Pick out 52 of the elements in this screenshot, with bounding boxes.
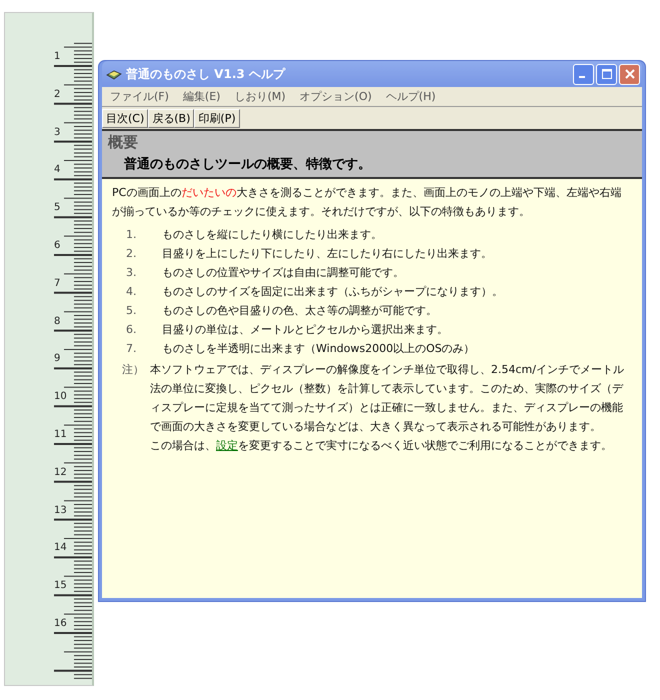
ruler-number: 12 bbox=[54, 468, 67, 478]
menu-item[interactable]: オプション(O) bbox=[300, 89, 372, 104]
list-number: 5. bbox=[125, 303, 138, 319]
list-number: 4. bbox=[125, 284, 138, 300]
list-number: 3. bbox=[125, 265, 138, 281]
feature-text: 目盛りの単位は、メートルとピクセルから選択出来ます。 bbox=[161, 322, 448, 338]
feature-text: ものさしの色や目盛りの色、太さ等の調整が可能です。 bbox=[161, 303, 437, 319]
toolbar-button[interactable]: 目次(C) bbox=[102, 109, 148, 128]
feature-text: ものさしを半透明に出来ます（Windows2000以上のOSのみ） bbox=[161, 341, 475, 357]
ruler-number: 11 bbox=[54, 430, 67, 440]
topic-subtitle: 普通のものさしツールの概要、特徴です。 bbox=[123, 156, 372, 173]
minimize-icon bbox=[579, 76, 585, 78]
close-button[interactable] bbox=[619, 64, 640, 84]
ruler-number: 13 bbox=[54, 506, 67, 516]
menu-item[interactable]: ファイル(F) bbox=[110, 89, 169, 104]
ruler-number: 9 bbox=[54, 354, 60, 364]
feature-text: 目盛りを上にしたり下にしたり、左にしたり右にしたり出来ます。 bbox=[161, 246, 492, 262]
maximize-button[interactable] bbox=[596, 64, 617, 84]
menu-item[interactable]: しおり(M) bbox=[234, 89, 286, 104]
menu-item[interactable]: 編集(E) bbox=[182, 89, 220, 104]
ruler-number: 10 bbox=[54, 392, 67, 402]
intro-paragraph: PCの画面上のだいたいの大きさを測ることができます。また、画面上のモノの上端や下端、左端や右端が揃っているか等のチェックに使えます。それだけですが、以下の特徴もあります。 bbox=[112, 185, 622, 220]
ruler-number: 14 bbox=[54, 543, 67, 554]
list-number: 6. bbox=[125, 322, 138, 338]
note-marker: 注） bbox=[121, 362, 145, 378]
ruler-number: 4 bbox=[54, 165, 60, 176]
ruler-number: 6 bbox=[54, 241, 60, 251]
ruler-number: 8 bbox=[54, 316, 60, 327]
ruler-number: 16 bbox=[54, 619, 67, 629]
toolbar-button[interactable]: 戻る(B) bbox=[148, 109, 194, 128]
menu-item[interactable]: ヘルプ(H) bbox=[386, 89, 436, 104]
close-icon bbox=[624, 69, 634, 79]
list-number: 2. bbox=[125, 246, 138, 262]
feature-text: ものさしの位置やサイズは自由に調整可能です。 bbox=[161, 265, 404, 281]
feature-text: ものさしのサイズを固定に出来ます（ふちがシャープになります）。 bbox=[161, 284, 503, 300]
ruler-number: 3 bbox=[54, 128, 60, 138]
window-title: 普通のものさし V1.3 ヘルプ bbox=[126, 66, 286, 82]
ruler-number: 2 bbox=[54, 90, 60, 100]
ruler-number: 15 bbox=[54, 581, 67, 592]
ruler-number: 1 bbox=[54, 52, 60, 62]
topic-title: 概要 bbox=[108, 133, 139, 152]
ruler-number: 5 bbox=[54, 203, 60, 214]
toolbar-button[interactable]: 印刷(P) bbox=[194, 109, 240, 128]
closing-sentence: この場合は、設定を変更することで実寸になるべく近い状態でご利用になることができます。 bbox=[150, 438, 613, 454]
ruler-number: 7 bbox=[54, 278, 60, 289]
feature-text: ものさしを縦にしたり横にしたり出来ます。 bbox=[161, 227, 382, 243]
note-paragraph: 本ソフトウェアでは、ディスプレーの解像度をインチ単位で取得し、2.54cm/インチでメートル法の単位に変換し、ピクセル（整数）を計算して表示しています。このため、実際のサイズ（ディスプレーに定規を当てて測ったサイズ）とは正確に一致しません。また、ディスプレーの機能で画面の大きさを変更している場合などは、大きく異なって表示される可能性があります。 bbox=[150, 362, 625, 435]
list-number: 7. bbox=[125, 341, 138, 357]
minimize-button[interactable] bbox=[573, 64, 594, 84]
maximize-icon bbox=[602, 69, 612, 79]
list-number: 1. bbox=[125, 227, 138, 243]
settings-link[interactable]: 設定 bbox=[216, 439, 238, 452]
